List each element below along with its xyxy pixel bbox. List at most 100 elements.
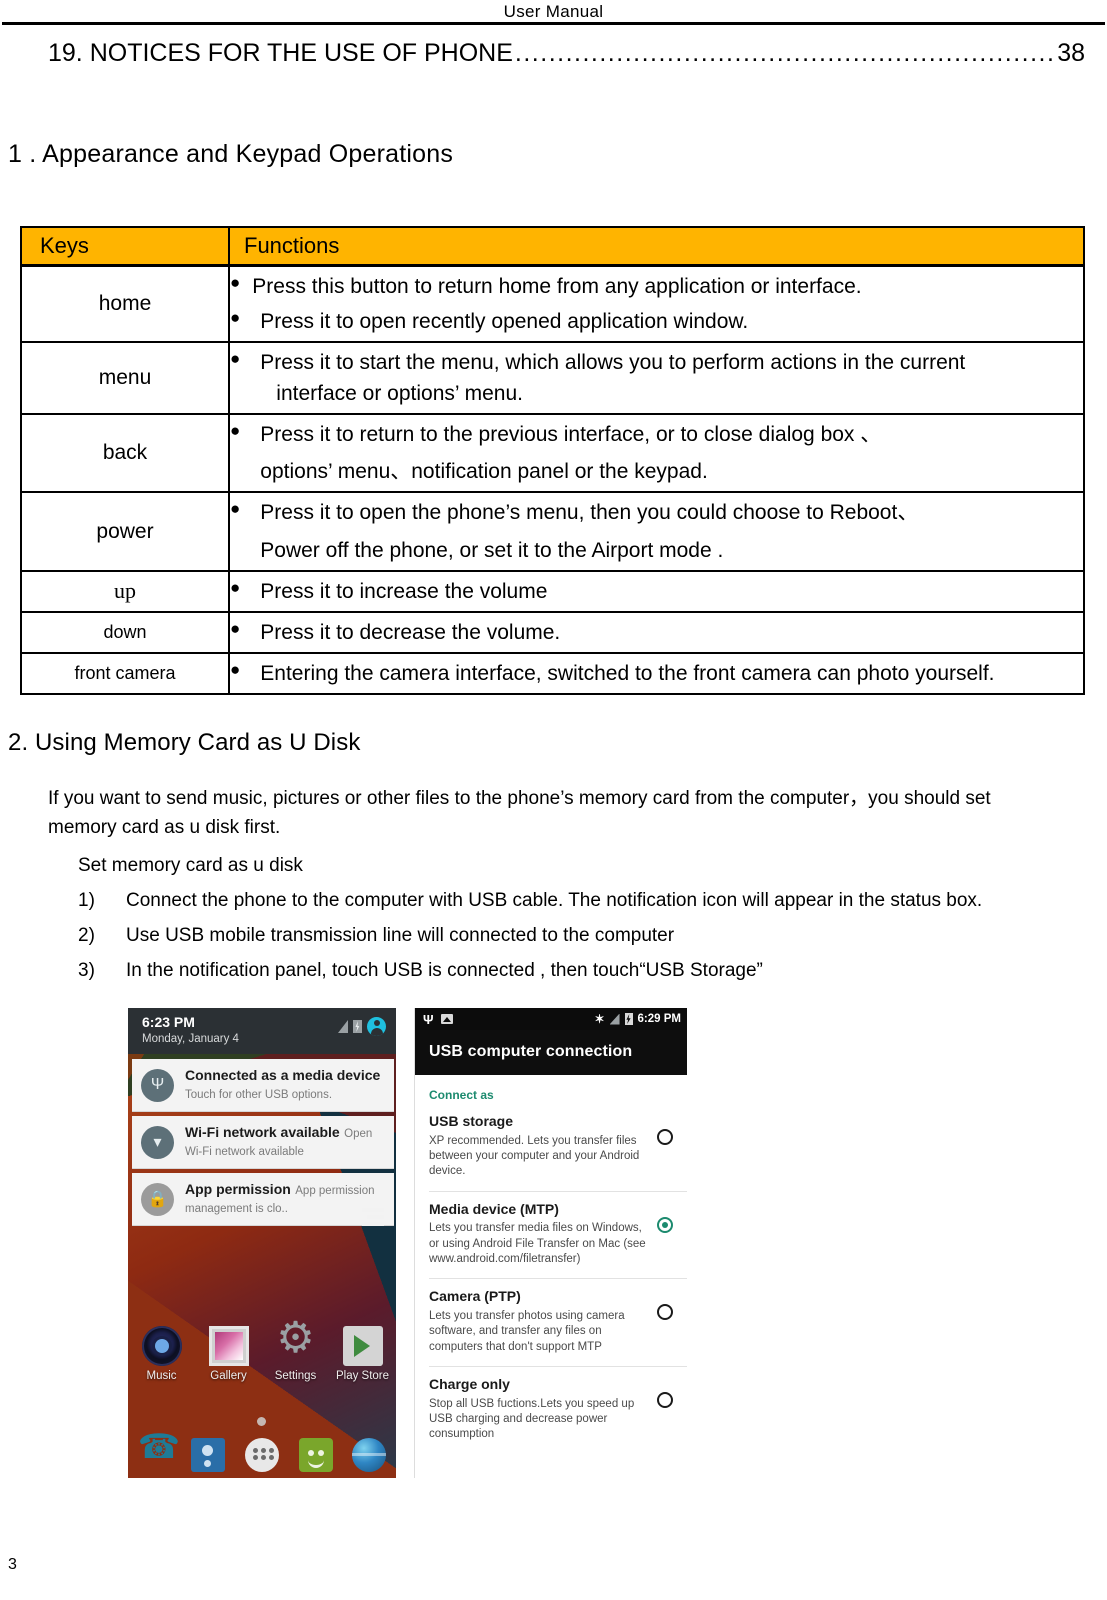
status-time: 6:23 PM xyxy=(142,1014,195,1030)
play-store-icon xyxy=(342,1326,383,1366)
step-text: In the notification panel, touch USB is … xyxy=(126,959,763,981)
toc-entry-label: 19. NOTICES FOR THE USE OF PHONE xyxy=(48,39,513,67)
header-rule xyxy=(2,22,1105,25)
phone-icon[interactable] xyxy=(138,1430,172,1472)
contacts-icon[interactable] xyxy=(191,1438,226,1472)
key-functions: ● Entering the camera interface, switche… xyxy=(228,651,1085,695)
function-text: Entering the camera interface, switched … xyxy=(260,661,995,685)
option-description: Lets you transfer photos using camera so… xyxy=(429,1309,625,1353)
option-title: USB storage xyxy=(429,1113,514,1129)
group-label-connect-as: Connect as xyxy=(429,1088,494,1102)
list-item: 1) Connect the phone to the computer wit… xyxy=(78,890,1107,912)
option-title: Camera (PTP) xyxy=(429,1288,521,1305)
bullet-icon: ● xyxy=(230,421,241,441)
key-name: back xyxy=(20,413,230,494)
notification-usb[interactable]: Ψ Connected as a media device Touch for … xyxy=(132,1059,394,1112)
notification-title: App permission xyxy=(185,1181,291,1197)
option-title: Charge only xyxy=(429,1376,510,1393)
function-line-2: interface or options’ menu. xyxy=(276,382,523,406)
status-date: Monday, January 4 xyxy=(142,1032,239,1045)
key-functions: ● Press it to return to the previous int… xyxy=(228,413,1085,494)
function-item: ● Press this button to return home from … xyxy=(230,271,1083,302)
bullet-icon: ● xyxy=(230,308,241,328)
toc-leader-dots: ........................................… xyxy=(514,39,1057,67)
step-index: 1) xyxy=(78,889,95,911)
user-avatar-icon[interactable] xyxy=(367,1017,386,1036)
table-row: menu ● Press it to start the menu, which… xyxy=(20,341,1085,416)
app-music[interactable]: Music xyxy=(132,1326,192,1382)
notification-wifi[interactable]: ▾ Wi-Fi network available Open Wi-Fi net… xyxy=(132,1116,394,1169)
radio-button[interactable] xyxy=(657,1129,673,1145)
screenshot-icon xyxy=(440,1014,453,1024)
page-title: USB computer connection xyxy=(415,1030,687,1075)
list-item: 3) In the notification panel, touch USB … xyxy=(78,960,1107,982)
figure-screenshots: 6:23 PM Monday, January 4 Ψ Connected as… xyxy=(128,1008,687,1478)
usb-icon: Ψ xyxy=(423,1011,434,1027)
status-time: 6:29 PM xyxy=(637,1013,681,1025)
battery-charging-icon xyxy=(624,1013,633,1025)
column-header-keys: Keys xyxy=(20,226,230,267)
udisk-steps-list: 1) Connect the phone to the computer wit… xyxy=(78,890,1107,982)
browser-icon[interactable] xyxy=(352,1438,387,1472)
function-line-2: Power off the phone, or set it to the Ai… xyxy=(260,538,724,562)
function-item: ● Press it to return to the previous int… xyxy=(230,419,1083,487)
battery-charging-icon xyxy=(353,1020,362,1033)
function-text: Press it to start the menu, which allows… xyxy=(260,347,1083,409)
notification-title: Wi-Fi network available xyxy=(185,1124,340,1140)
option-description: Stop all USB fuctions.Lets you speed up … xyxy=(429,1397,635,1441)
step-text: Connect the phone to the computer with U… xyxy=(126,889,983,911)
key-name: up xyxy=(20,569,230,613)
table-header-row: Keys Functions xyxy=(20,226,1085,267)
app-settings[interactable]: Settings xyxy=(266,1317,326,1382)
lock-icon: 🔒 xyxy=(141,1182,174,1216)
function-text: Press it to open recently opened applica… xyxy=(260,310,749,334)
function-text: Press it to return to the previous inter… xyxy=(260,419,1083,487)
gear-icon xyxy=(276,1317,316,1366)
step-index: 2) xyxy=(78,924,95,946)
table-row: front camera ● Entering the camera inter… xyxy=(20,651,1085,695)
notification-title: Connected as a media device xyxy=(185,1067,381,1083)
page-number: 3 xyxy=(8,1556,17,1573)
function-item: ● Press it to open recently opened appli… xyxy=(230,306,1083,337)
option-usb-storage[interactable]: USB storage XP recommended. Lets you tra… xyxy=(429,1104,687,1192)
function-item: ● Press it to start the menu, which allo… xyxy=(230,347,1083,409)
status-bar: Ψ ✶ 6:29 PM xyxy=(415,1008,687,1030)
bullet-icon: ● xyxy=(230,659,241,679)
option-description: XP recommended. Lets you transfer files … xyxy=(429,1134,640,1178)
page-indicator-dot xyxy=(257,1417,266,1426)
option-media-device-mtp[interactable]: Media device (MTP) Lets you transfer med… xyxy=(429,1192,687,1280)
option-charge-only[interactable]: Charge only Stop all USB fuctions.Lets y… xyxy=(429,1367,687,1454)
app-label: Settings xyxy=(274,1370,317,1382)
table-row: down ● Press it to decrease the volume. xyxy=(20,610,1085,654)
table-row: up ● Press it to increase the volume xyxy=(20,569,1085,613)
function-line-2: options’ menu、notification panel or the … xyxy=(260,460,708,484)
notification-subtitle: Touch for other USB options. xyxy=(185,1089,333,1101)
section-2-title: 2. Using Memory Card as U Disk xyxy=(8,728,361,756)
notification-app-permission[interactable]: 🔒 App permission App permission manageme… xyxy=(132,1173,394,1226)
option-camera-ptp[interactable]: Camera (PTP) Lets you transfer photos us… xyxy=(429,1279,687,1368)
home-screen-apps: Music Gallery Settings Play Store xyxy=(128,1317,396,1382)
list-item: 2) Use USB mobile transmission line will… xyxy=(78,925,1107,947)
clear-all-icon[interactable] xyxy=(362,1208,384,1229)
function-line-1: Press it to open the phone’s menu, then … xyxy=(260,501,919,525)
key-functions: ● Press this button to return home from … xyxy=(228,264,1085,344)
signal-icon xyxy=(338,1020,348,1033)
app-gallery[interactable]: Gallery xyxy=(199,1326,259,1382)
radio-button-selected[interactable] xyxy=(657,1216,673,1233)
bullet-icon: ● xyxy=(230,577,241,597)
key-name: menu xyxy=(20,341,230,416)
app-drawer-icon[interactable] xyxy=(244,1438,279,1472)
radio-button[interactable] xyxy=(657,1304,673,1321)
udisk-intro-paragraph: If you want to send music, pictures or o… xyxy=(48,787,991,838)
toc-entry-page: 38 xyxy=(1057,39,1085,67)
option-description: Lets you transfer media files on Windows… xyxy=(429,1222,646,1266)
messaging-icon[interactable] xyxy=(298,1438,333,1472)
radio-button[interactable] xyxy=(657,1392,673,1409)
function-text: Press it to open the phone’s menu, then … xyxy=(260,497,1083,565)
status-left-icons: Ψ xyxy=(423,1013,453,1026)
function-item: ● Press it to decrease the volume. xyxy=(230,617,1083,648)
key-name: home xyxy=(20,264,230,344)
table-row: home ● Press this button to return home … xyxy=(20,264,1085,344)
app-play-store[interactable]: Play Store xyxy=(333,1326,393,1382)
status-right-icons: ✶ 6:29 PM xyxy=(594,1012,681,1026)
